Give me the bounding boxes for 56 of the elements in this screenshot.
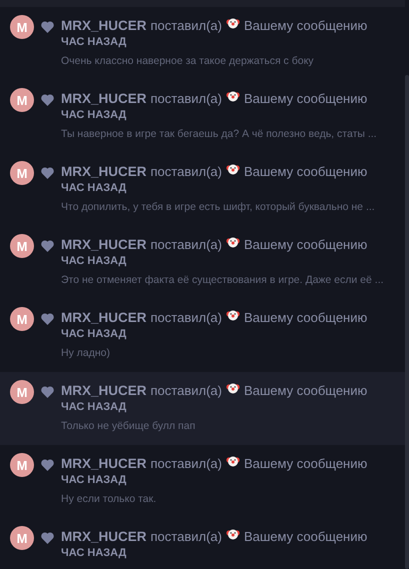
username-link[interactable]: MRX_HUCER [61,310,147,324]
clown-icon [226,381,240,395]
timestamp: ЧАС НАЗАД [61,400,128,414]
username-link[interactable]: MRX_HUCER [61,528,147,544]
timestamp: ЧАС НАЗАД [61,546,128,560]
timestamp: ЧАС НАЗАД [61,473,128,487]
timestamp: ЧАС НАЗАД [61,327,128,341]
heart-icon [41,94,54,106]
target-link[interactable]: Вашему сообщению [244,90,368,106]
heart-icon [41,240,54,252]
timestamp: ЧАС НАЗАД [61,254,128,268]
message-preview: Это не отменяет факта её существования в игре. Даже если её ... [61,273,384,287]
clown-icon [226,162,240,176]
message-preview: Что допилить, у тебя в игре есть шифт, который буквально не ... [61,200,375,214]
target-link[interactable]: Вашему сообщению [244,528,368,544]
username-link[interactable]: MRX_HUCER [61,90,147,106]
heart-icon [41,386,54,398]
username-link[interactable]: MRX_HUCER [61,18,147,32]
message-preview: Ты наверное в игре так бегаешь да? А чё полезно ведь, статы ... [61,127,377,141]
target-link[interactable]: Вашему сообщению [244,164,368,178]
action-text: поставил(а) [150,382,222,398]
clown-icon [226,235,240,249]
clown-icon [226,89,240,103]
action-text: поставил(а) [150,236,222,252]
clown-icon [226,527,240,541]
action-text: поставил(а) [150,528,222,544]
notification-row[interactable]: M MRX_HUCER поставил(а) Вашему сообщению ЧАС НАЗАД Только не уёбище булл пап [0,372,405,445]
heart-icon [41,459,54,471]
timestamp: ЧАС НАЗАД [61,35,128,49]
action-text: поставил(а) [150,456,222,470]
target-link[interactable]: Вашему сообщению [244,456,368,470]
message-preview: Очень классно наверное за такое держаться с боку [61,54,315,68]
heart-icon [41,21,54,33]
target-link[interactable]: Вашему сообщению [244,236,368,252]
username-link[interactable]: MRX_HUCER [61,164,147,178]
heart-icon [41,532,54,544]
clown-icon [226,16,240,30]
username-link[interactable]: MRX_HUCER [61,382,147,398]
clown-icon [226,454,240,468]
action-text: поставил(а) [150,164,222,178]
clown-icon [226,308,240,322]
heart-icon [41,313,54,325]
timestamp: ЧАС НАЗАД [61,181,128,195]
message-preview: Только не уёбище булл пап [61,419,196,433]
action-text: поставил(а) [150,18,222,32]
target-link[interactable]: Вашему сообщению [244,18,368,32]
target-link[interactable]: Вашему сообщению [244,310,368,324]
username-link[interactable]: MRX_HUCER [61,456,147,470]
message-preview: Ну если только так. [61,492,158,506]
message-preview: Ну ладно) [61,346,111,360]
heart-icon [41,167,54,179]
target-link[interactable]: Вашему сообщению [244,382,368,398]
username-link[interactable]: MRX_HUCER [61,236,147,252]
timestamp: ЧАС НАЗАД [61,108,128,122]
action-text: поставил(а) [150,90,222,106]
action-text: поставил(а) [150,310,222,324]
